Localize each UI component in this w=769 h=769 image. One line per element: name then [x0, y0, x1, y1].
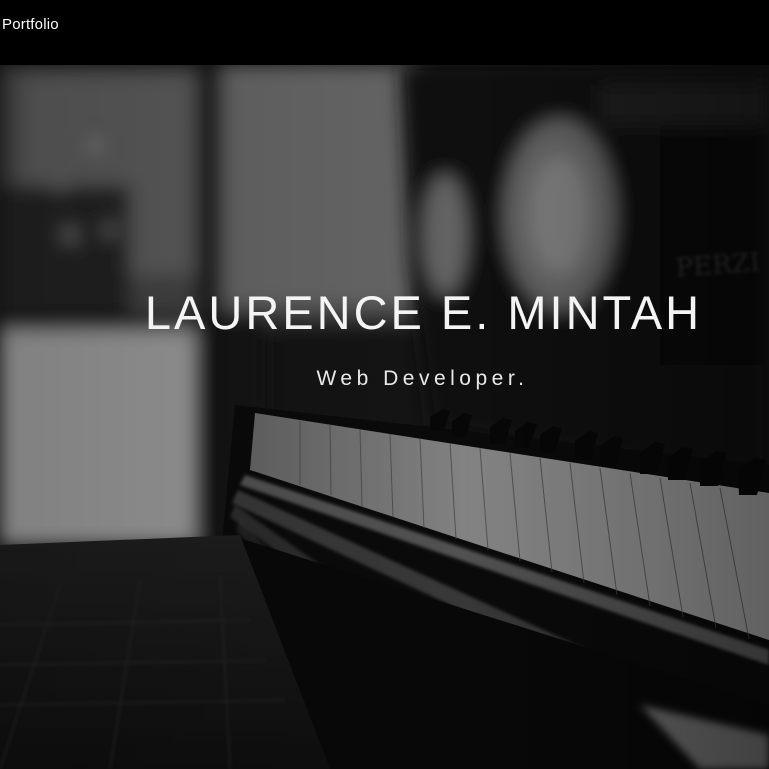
hero-section: PERZI — [0, 65, 769, 769]
hero-role-subtitle: Web Developer. — [316, 367, 529, 390]
page: Portfolio LAURENCE E. MINTAH Web Develop… — [0, 0, 769, 769]
navbar: Portfolio — [0, 0, 769, 65]
hero-background-image: PERZI — [0, 65, 769, 769]
hero-name-heading: LAURENCE E. MINTAH — [144, 286, 703, 339]
brand-link[interactable]: Portfolio — [2, 16, 59, 33]
